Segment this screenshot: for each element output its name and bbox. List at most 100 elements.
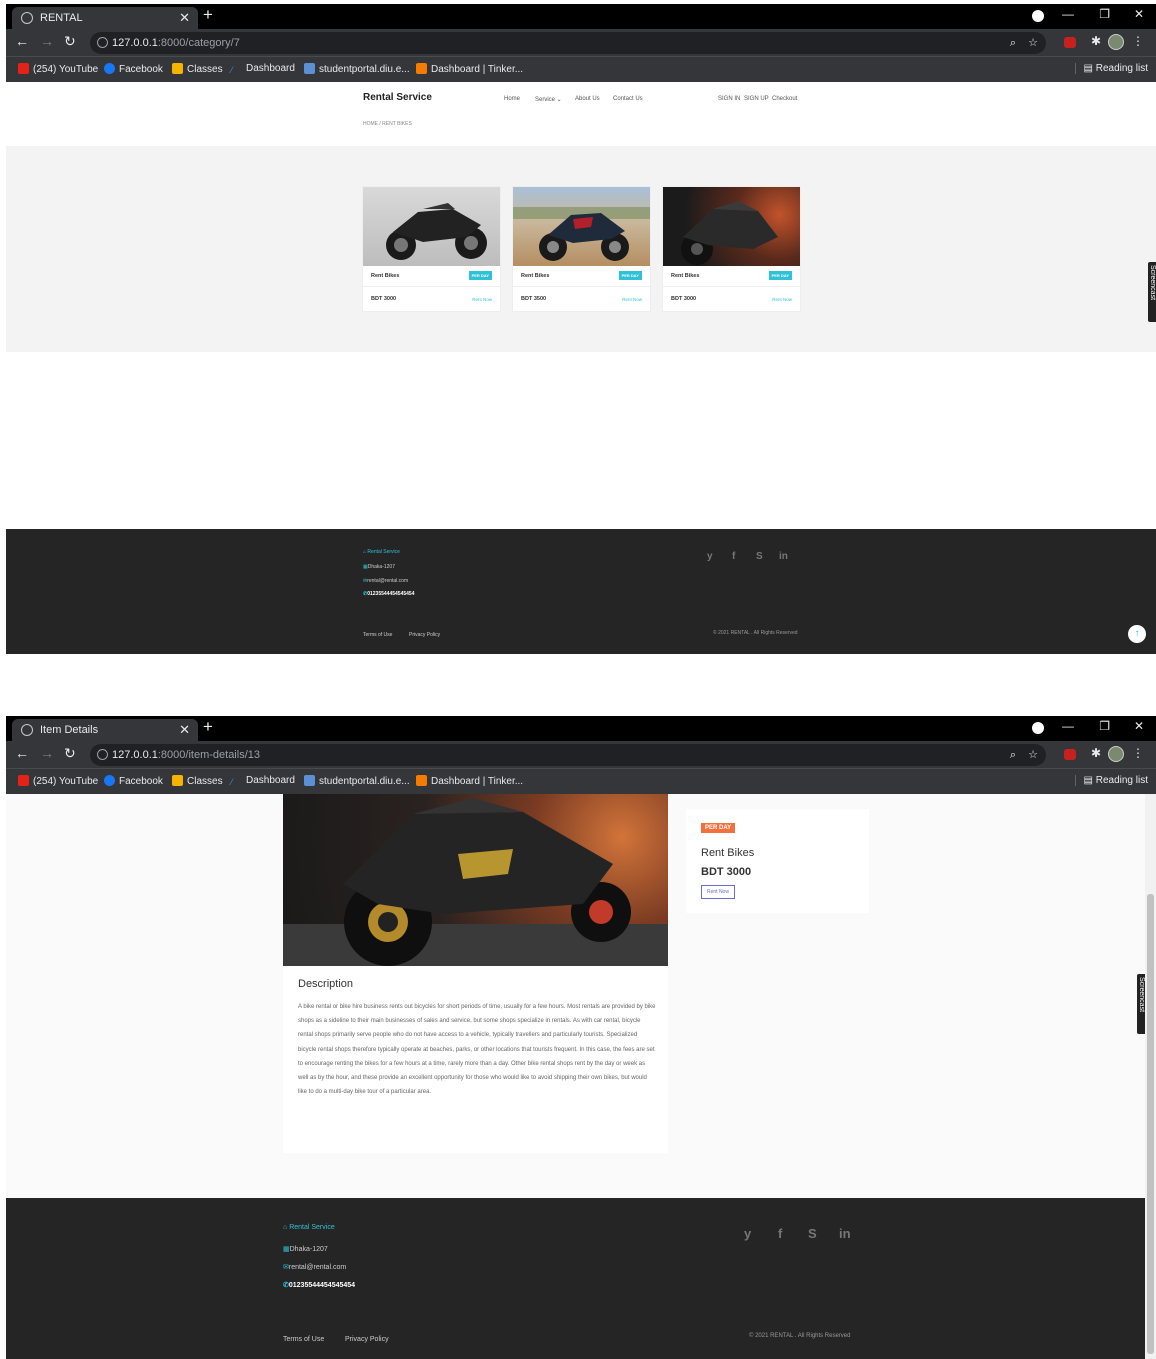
- footer-phone[interactable]: ✆01235544454545454: [363, 591, 414, 597]
- bookmark-star-icon[interactable]: ☆: [1028, 32, 1038, 54]
- twitter-icon[interactable]: y: [707, 551, 713, 562]
- extensions-puzzle-icon[interactable]: ✱: [1091, 34, 1101, 48]
- bike-image[interactable]: [513, 187, 650, 266]
- tab-rental[interactable]: RENTAL ✕: [12, 7, 198, 29]
- bike-card[interactable]: Rent Bikes PER DAY BDT 3000 Rent Now: [662, 186, 801, 312]
- reload-button[interactable]: ↻: [64, 33, 76, 50]
- linkedin-icon[interactable]: in: [779, 551, 788, 562]
- footer-brand[interactable]: ⌂ Rental Service: [283, 1224, 335, 1231]
- avatar[interactable]: [1108, 746, 1124, 762]
- rent-now-button[interactable]: Rent Now: [701, 885, 735, 899]
- restore-button[interactable]: ❐: [1099, 719, 1110, 733]
- facebook-icon[interactable]: f: [778, 1226, 782, 1241]
- footer-email[interactable]: ✉rental@rental.com: [363, 578, 408, 584]
- linkedin-icon[interactable]: in: [839, 1226, 851, 1241]
- screencast-extension-tab[interactable]: Screencast: [1148, 262, 1156, 322]
- close-window-button[interactable]: ✕: [1134, 7, 1144, 21]
- bookmark-dashboard[interactable]: ⁄ Dashboard: [231, 63, 295, 76]
- bookmark-star-icon[interactable]: ☆: [1028, 744, 1038, 766]
- dashboard-icon: ⁄: [231, 65, 233, 75]
- scroll-to-top-button[interactable]: ↑: [1128, 625, 1146, 643]
- reading-list-button[interactable]: ▤ Reading list: [1074, 63, 1148, 74]
- bookmark-tinkercad[interactable]: Dashboard | Tinker...: [416, 775, 523, 787]
- studentportal-icon: [304, 63, 315, 74]
- rent-now-link[interactable]: Rent Now: [772, 297, 792, 302]
- privacy-link[interactable]: Privacy Policy: [345, 1336, 389, 1343]
- zoom-icon[interactable]: ⌕: [1010, 744, 1016, 766]
- card-divider: [513, 286, 650, 287]
- bike-image[interactable]: [363, 187, 500, 266]
- back-button[interactable]: ←: [15, 745, 29, 761]
- restore-button[interactable]: ❐: [1099, 7, 1110, 21]
- back-button[interactable]: ←: [15, 33, 29, 49]
- site-info-icon[interactable]: [97, 749, 108, 760]
- bookmark-dashboard[interactable]: ⁄ Dashboard: [231, 775, 295, 788]
- bookmark-studentportal[interactable]: studentportal.diu.e...: [304, 775, 410, 787]
- forward-button[interactable]: →: [40, 33, 54, 49]
- bookmark-classes[interactable]: Classes: [172, 63, 223, 75]
- footer-phone[interactable]: ✆01235544454545454: [283, 1281, 355, 1289]
- youtube-icon: [18, 775, 29, 786]
- rent-now-link[interactable]: Rent Now: [472, 297, 492, 302]
- profile-indicator-icon[interactable]: [1032, 722, 1044, 734]
- terms-link[interactable]: Terms of Use: [283, 1336, 324, 1343]
- minimize-button[interactable]: —: [1062, 7, 1074, 21]
- twitter-icon[interactable]: y: [744, 1226, 751, 1241]
- screencast-extension-tab[interactable]: Screencast: [1137, 974, 1145, 1034]
- reload-button[interactable]: ↻: [64, 745, 76, 762]
- url-host: 127.0.0.1: [112, 749, 158, 761]
- bike-image[interactable]: [663, 187, 800, 266]
- bookmark-facebook[interactable]: Facebook: [104, 775, 163, 787]
- menu-kebab-icon[interactable]: ⋮: [1132, 34, 1144, 48]
- bookmark-youtube[interactable]: (254) YouTube: [18, 775, 98, 787]
- new-tab-button[interactable]: +: [203, 5, 213, 25]
- menu-kebab-icon[interactable]: ⋮: [1132, 746, 1144, 760]
- site-info-icon[interactable]: [97, 37, 108, 48]
- nav-checkout[interactable]: Checkout: [772, 96, 797, 102]
- skype-icon[interactable]: S: [756, 551, 763, 562]
- youtube-icon: [18, 63, 29, 74]
- footer-email[interactable]: ✉rental@rental.com: [283, 1263, 346, 1271]
- page-scrollbar[interactable]: [1145, 794, 1156, 1359]
- facebook-icon: [104, 775, 115, 786]
- bike-card[interactable]: Rent Bikes PER DAY BDT 3500 Rent Now: [512, 186, 651, 312]
- footer-address: ▦Dhaka-1207: [283, 1245, 328, 1253]
- nav-sign-in[interactable]: SIGN IN: [718, 96, 740, 102]
- profile-indicator-icon[interactable]: [1032, 10, 1044, 22]
- bookmark-studentportal[interactable]: studentportal.diu.e...: [304, 63, 410, 75]
- address-bar[interactable]: 127.0.0.1:8000/item-details/13 ⌕ ☆: [90, 744, 1046, 766]
- skype-icon[interactable]: S: [808, 1226, 817, 1241]
- nav-home[interactable]: Home: [504, 96, 520, 102]
- facebook-icon[interactable]: f: [732, 551, 735, 562]
- minimize-button[interactable]: —: [1062, 719, 1074, 733]
- reading-list-button[interactable]: ▤ Reading list: [1074, 775, 1148, 786]
- terms-link[interactable]: Terms of Use: [363, 632, 392, 638]
- nav-sign-up[interactable]: SIGN UP: [744, 96, 769, 102]
- close-tab-icon[interactable]: ✕: [179, 719, 190, 741]
- tab-item-details[interactable]: Item Details ✕: [12, 719, 198, 741]
- footer-brand-label: Rental Service: [367, 549, 400, 555]
- close-tab-icon[interactable]: ✕: [179, 7, 190, 29]
- ublock-extension-icon[interactable]: [1064, 749, 1076, 760]
- bookmark-tinkercad[interactable]: Dashboard | Tinker...: [416, 63, 523, 75]
- footer-brand[interactable]: ⌂ Rental Service: [363, 549, 400, 555]
- address-bar[interactable]: 127.0.0.1:8000/category/7 ⌕ ☆: [90, 32, 1046, 54]
- scrollbar-thumb[interactable]: [1147, 894, 1154, 1354]
- close-window-button[interactable]: ✕: [1134, 719, 1144, 733]
- privacy-link[interactable]: Privacy Policy: [409, 632, 440, 638]
- zoom-icon[interactable]: ⌕: [1010, 32, 1016, 54]
- bookmark-youtube[interactable]: (254) YouTube: [18, 63, 98, 75]
- site-brand[interactable]: Rental Service: [363, 92, 432, 103]
- nav-service[interactable]: Service ⌄: [535, 96, 562, 103]
- rent-now-link[interactable]: Rent Now: [622, 297, 642, 302]
- ublock-extension-icon[interactable]: [1064, 37, 1076, 48]
- bookmark-facebook[interactable]: Facebook: [104, 63, 163, 75]
- new-tab-button[interactable]: +: [203, 717, 213, 737]
- avatar[interactable]: [1108, 34, 1124, 50]
- nav-about[interactable]: About Us: [575, 96, 600, 102]
- nav-contact[interactable]: Contact Us: [613, 96, 643, 102]
- forward-button[interactable]: →: [40, 745, 54, 761]
- bookmark-classes[interactable]: Classes: [172, 775, 223, 787]
- extensions-puzzle-icon[interactable]: ✱: [1091, 746, 1101, 760]
- bike-card[interactable]: Rent Bikes PER DAY BDT 3000 Rent Now: [362, 186, 501, 312]
